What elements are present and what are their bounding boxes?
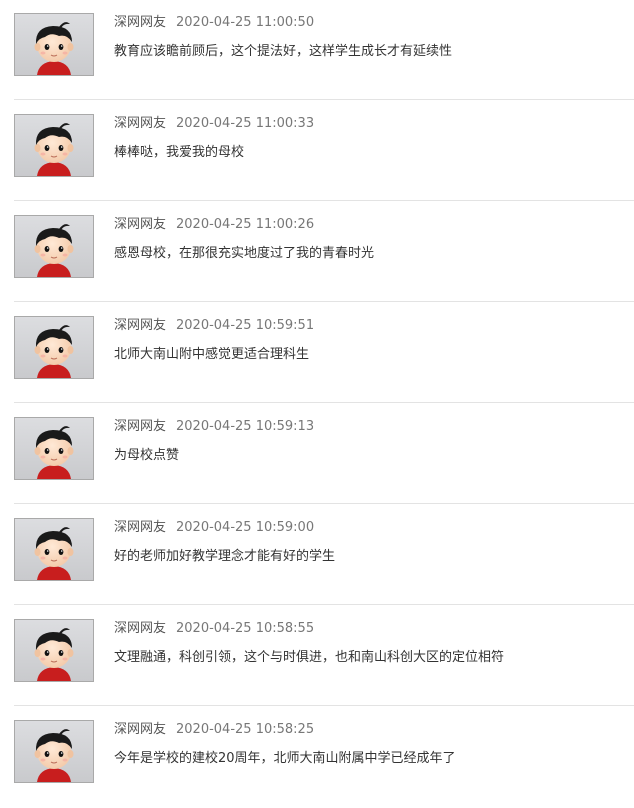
comment-item: 深网网友 2020-04-25 11:00:50 教育应该瞻前顾后，这个提法好，这… [0, 0, 634, 101]
avatar[interactable] [14, 114, 94, 177]
comment-author: 深网网友 [114, 116, 167, 131]
comment-meta: 深网网友 2020-04-25 10:58:55 [114, 621, 314, 637]
divider [14, 301, 634, 302]
divider [14, 705, 634, 706]
comment-text: 感恩母校，在那很充实地度过了我的青春时光 [114, 246, 375, 261]
comment-list: 深网网友 2020-04-25 11:00:50 教育应该瞻前顾后，这个提法好，这… [0, 0, 634, 794]
cartoon-boy-avatar-icon [15, 721, 93, 782]
cartoon-boy-avatar-icon [15, 14, 93, 75]
cartoon-boy-avatar-icon [15, 317, 93, 378]
comment-time: 2020-04-25 11:00:50 [176, 15, 315, 30]
comment-item: 深网网友 2020-04-25 11:00:33 棒棒哒，我爱我的母校 [0, 101, 634, 202]
avatar[interactable] [14, 720, 94, 783]
comment-time: 2020-04-25 11:00:26 [176, 217, 315, 232]
comment-item: 深网网友 2020-04-25 10:59:13 为母校点赞 [0, 404, 634, 505]
comment-meta: 深网网友 2020-04-25 11:00:26 [114, 217, 314, 233]
comment-author: 深网网友 [114, 15, 167, 30]
comment-author: 深网网友 [114, 318, 167, 333]
comment-meta: 深网网友 2020-04-25 10:58:25 [114, 722, 314, 738]
cartoon-boy-avatar-icon [15, 115, 93, 176]
comment-author: 深网网友 [114, 520, 167, 535]
cartoon-boy-avatar-icon [15, 216, 93, 277]
comment-text: 文理融通，科创引领，这个与时俱进，也和南山科创大区的定位相符 [114, 650, 505, 665]
comment-author: 深网网友 [114, 621, 167, 636]
comment-meta: 深网网友 2020-04-25 11:00:50 [114, 15, 314, 31]
comment-text: 棒棒哒，我爱我的母校 [114, 145, 245, 160]
comment-meta: 深网网友 2020-04-25 10:59:51 [114, 318, 314, 334]
comment-item: 深网网友 2020-04-25 10:59:00 好的老师加好教学理念才能有好的学… [0, 505, 634, 606]
comment-meta: 深网网友 2020-04-25 11:00:33 [114, 116, 314, 132]
comment-time: 2020-04-25 10:59:51 [176, 318, 315, 333]
comment-text: 北师大南山附中感觉更适合理科生 [114, 347, 310, 362]
cartoon-boy-avatar-icon [15, 620, 93, 681]
comment-text: 好的老师加好教学理念才能有好的学生 [114, 549, 336, 564]
avatar[interactable] [14, 518, 94, 581]
comment-author: 深网网友 [114, 217, 167, 232]
comment-item: 深网网友 2020-04-25 10:58:25 今年是学校的建校20周年，北师大… [0, 707, 634, 808]
cartoon-boy-avatar-icon [15, 519, 93, 580]
comment-time: 2020-04-25 10:58:55 [176, 621, 315, 636]
divider [14, 99, 634, 100]
avatar[interactable] [14, 619, 94, 682]
avatar[interactable] [14, 215, 94, 278]
comment-time: 2020-04-25 11:00:33 [176, 116, 315, 131]
comment-author: 深网网友 [114, 722, 167, 737]
comment-item: 深网网友 2020-04-25 10:58:55 文理融通，科创引领，这个与时俱进… [0, 606, 634, 707]
comment-text: 为母校点赞 [114, 448, 180, 463]
avatar[interactable] [14, 13, 94, 76]
avatar[interactable] [14, 316, 94, 379]
comment-meta: 深网网友 2020-04-25 10:59:00 [114, 520, 314, 536]
comment-item: 深网网友 2020-04-25 11:00:26 感恩母校，在那很充实地度过了我的… [0, 202, 634, 303]
comment-text: 教育应该瞻前顾后，这个提法好，这样学生成长才有延续性 [114, 44, 453, 59]
cartoon-boy-avatar-icon [15, 418, 93, 479]
comment-time: 2020-04-25 10:59:13 [176, 419, 315, 434]
comment-text: 今年是学校的建校20周年，北师大南山附属中学已经成年了 [114, 751, 456, 766]
divider [14, 604, 634, 605]
divider [14, 503, 634, 504]
comment-time: 2020-04-25 10:58:25 [176, 722, 315, 737]
divider [14, 200, 634, 201]
comment-item: 深网网友 2020-04-25 10:59:51 北师大南山附中感觉更适合理科生 [0, 303, 634, 404]
avatar[interactable] [14, 417, 94, 480]
comment-author: 深网网友 [114, 419, 167, 434]
divider [14, 402, 634, 403]
comment-meta: 深网网友 2020-04-25 10:59:13 [114, 419, 314, 435]
comment-time: 2020-04-25 10:59:00 [176, 520, 315, 535]
